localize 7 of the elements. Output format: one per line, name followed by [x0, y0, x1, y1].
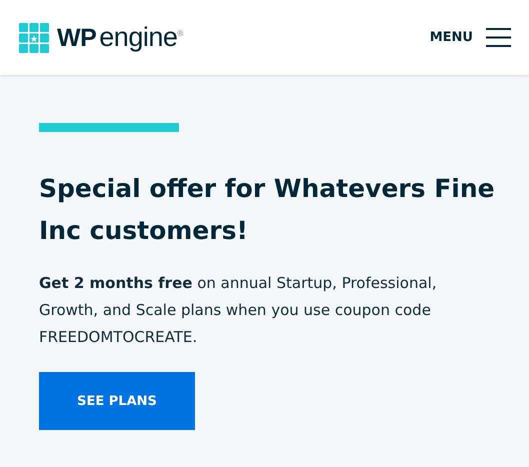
logo-wordmark[interactable]: WPengine$^{®}$: [57, 22, 183, 53]
menu-button[interactable]: MENU: [430, 28, 511, 47]
menu-icon: [486, 28, 511, 47]
offer-heading: Special offer for Whatevers Fine Inc customers!: [39, 173, 496, 247]
offer-text: Get 2 months free on annual Startup, Professional, Growth, and Scale plans when you use coupon code FREEDOMTOCREATE.: [39, 273, 438, 348]
see-plans-button[interactable]: SEE PLANS: [39, 372, 195, 430]
logo-icon: [19, 22, 49, 52]
